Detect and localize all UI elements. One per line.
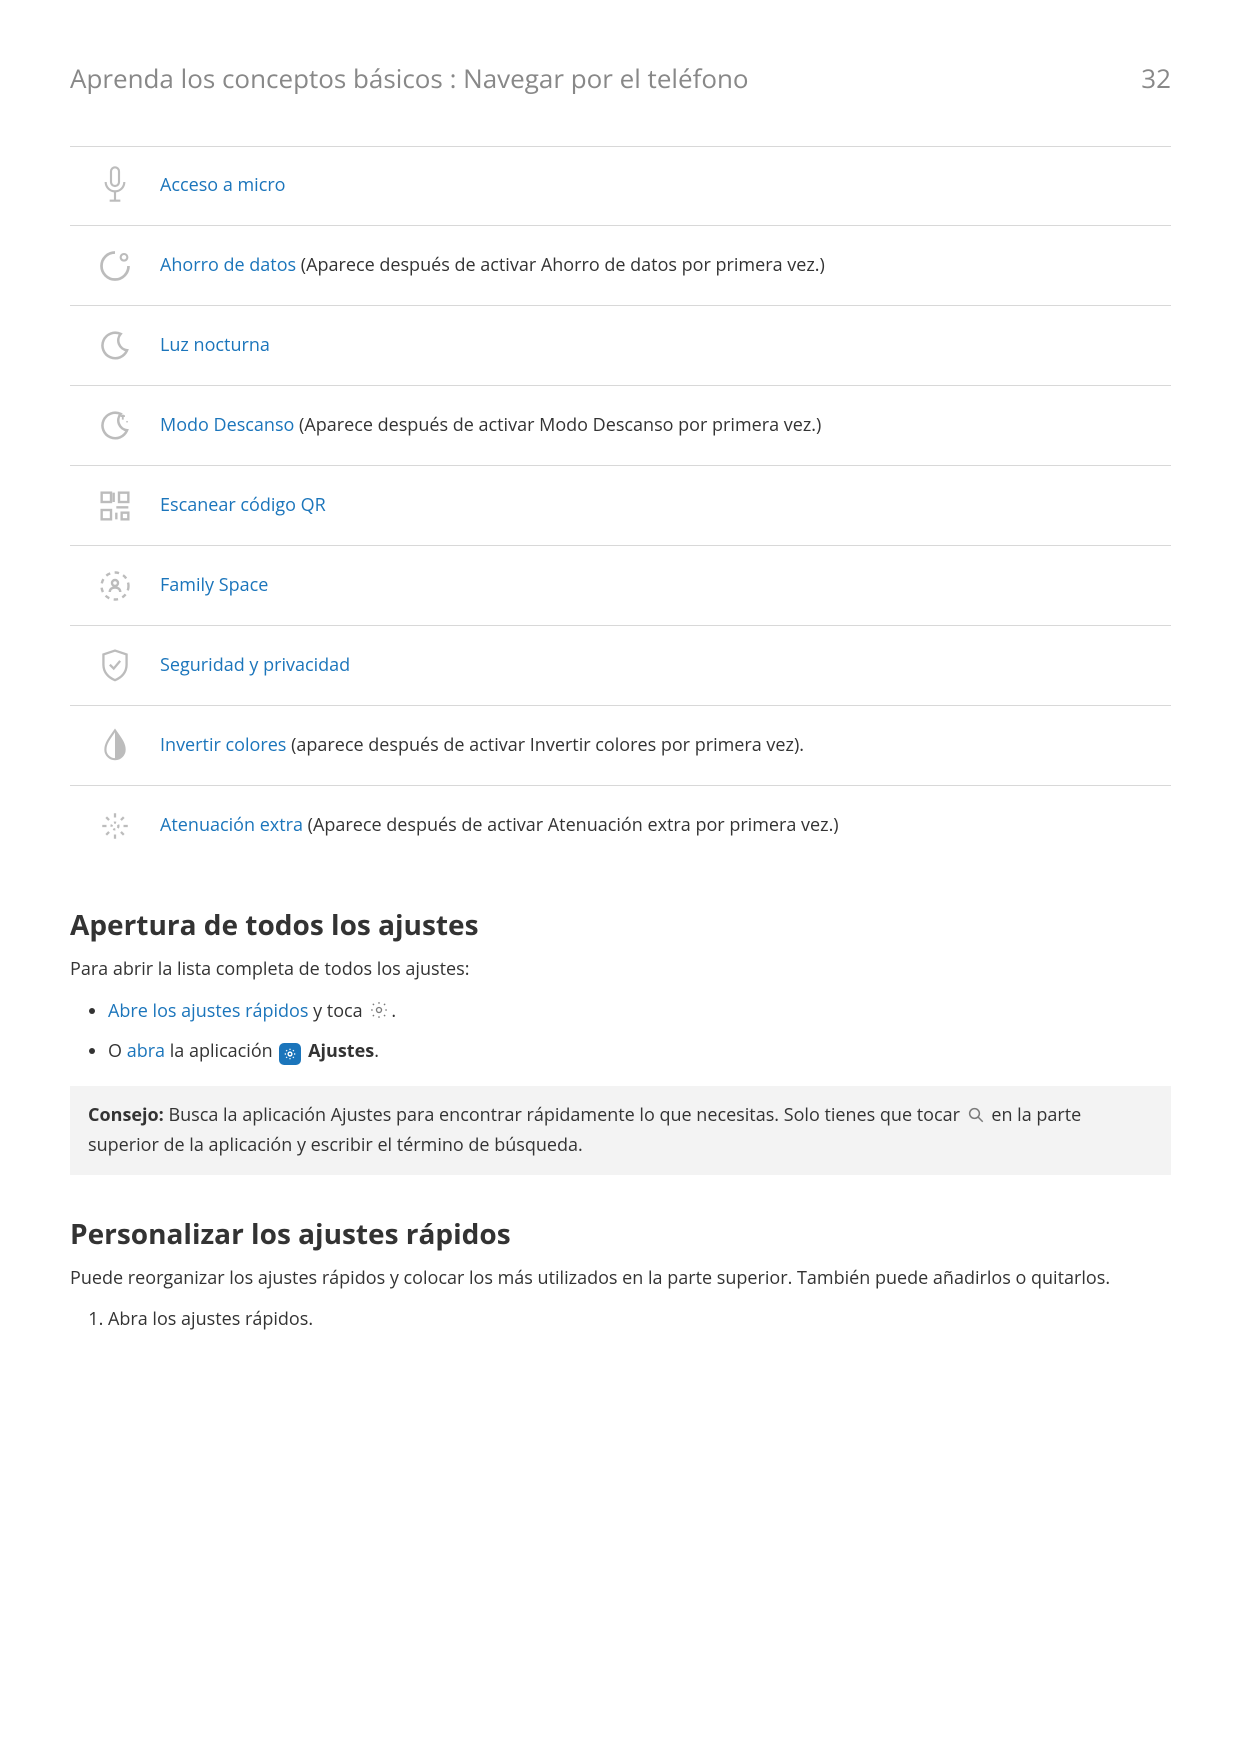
- customize-qs-heading: Personalizar los ajustes rápidos: [70, 1215, 1171, 1253]
- night-light-link[interactable]: Luz nocturna: [160, 333, 270, 357]
- quick-settings-table: Acceso a micro Ahorro de datos (Aparece …: [70, 146, 1171, 866]
- bullet-text: la aplicación: [165, 1039, 277, 1063]
- open-all-settings-heading: Apertura de todos los ajustes: [70, 906, 1171, 944]
- qr-icon: [99, 490, 131, 522]
- row-note: (Aparece después de activar Modo Descans…: [294, 413, 821, 437]
- table-row: Ahorro de datos (Aparece después de acti…: [70, 226, 1171, 306]
- table-row: Modo Descanso (Aparece después de activa…: [70, 386, 1171, 466]
- search-icon: [967, 1105, 985, 1132]
- table-row: Escanear código QR: [70, 466, 1171, 546]
- table-row: Invertir colores (aparece después de act…: [70, 706, 1171, 786]
- row-note: (Aparece después de activar Ahorro de da…: [296, 253, 825, 277]
- gear-outline-icon: [369, 999, 389, 1030]
- microphone-icon: [99, 166, 131, 206]
- breadcrumb: Aprenda los conceptos básicos : Navegar …: [70, 60, 749, 96]
- table-row: Luz nocturna: [70, 306, 1171, 386]
- row-note: (Aparece después de activar Atenuación e…: [303, 813, 839, 837]
- settings-app-icon: [279, 1043, 301, 1065]
- open-all-settings-intro: Para abrir la lista completa de todos lo…: [70, 956, 1171, 982]
- qr-scan-link[interactable]: Escanear código QR: [160, 493, 326, 517]
- family-space-icon: [97, 568, 133, 604]
- row-note: (aparece después de activar Invertir col…: [286, 733, 804, 757]
- bullet-text: O: [108, 1039, 127, 1063]
- extra-dim-link[interactable]: Atenuación extra: [160, 813, 303, 837]
- tip-text: Busca la aplicación Ajustes para encontr…: [164, 1103, 965, 1127]
- list-item: Abre los ajustes rápidos y toca .: [108, 996, 1171, 1030]
- security-privacy-link[interactable]: Seguridad y privacidad: [160, 653, 350, 677]
- table-row: Seguridad y privacidad: [70, 626, 1171, 706]
- page-number: 32: [1141, 60, 1171, 96]
- data-saver-link[interactable]: Ahorro de datos: [160, 253, 296, 277]
- tip-label: Consejo:: [88, 1103, 164, 1127]
- mic-access-link[interactable]: Acceso a micro: [160, 173, 286, 197]
- extra-dim-icon: [98, 809, 132, 843]
- family-space-link[interactable]: Family Space: [160, 573, 268, 597]
- bedtime-icon: [98, 409, 132, 443]
- settings-app-name: Ajustes: [308, 1039, 374, 1063]
- bullet-text: .: [374, 1039, 379, 1063]
- shield-check-icon: [99, 648, 131, 684]
- bedtime-link[interactable]: Modo Descanso: [160, 413, 294, 437]
- open-app-link[interactable]: abra: [127, 1039, 165, 1063]
- table-row: Acceso a micro: [70, 146, 1171, 226]
- tip-box: Consejo: Busca la aplicación Ajustes par…: [70, 1086, 1171, 1175]
- step-item: Abra los ajustes rápidos.: [108, 1305, 1171, 1334]
- invert-colors-link[interactable]: Invertir colores: [160, 733, 286, 757]
- bullet-text: .: [391, 999, 396, 1023]
- table-row: Family Space: [70, 546, 1171, 626]
- table-row: Atenuación extra (Aparece después de act…: [70, 786, 1171, 866]
- data-saver-icon: [97, 248, 133, 284]
- invert-colors-icon: [100, 728, 130, 764]
- moon-icon: [98, 329, 132, 363]
- bullet-text: y toca: [308, 999, 367, 1023]
- customize-qs-intro: Puede reorganizar los ajustes rápidos y …: [70, 1265, 1171, 1291]
- list-item: O abra la aplicación Ajustes.: [108, 1036, 1171, 1067]
- open-quick-settings-link[interactable]: Abre los ajustes rápidos: [108, 999, 308, 1023]
